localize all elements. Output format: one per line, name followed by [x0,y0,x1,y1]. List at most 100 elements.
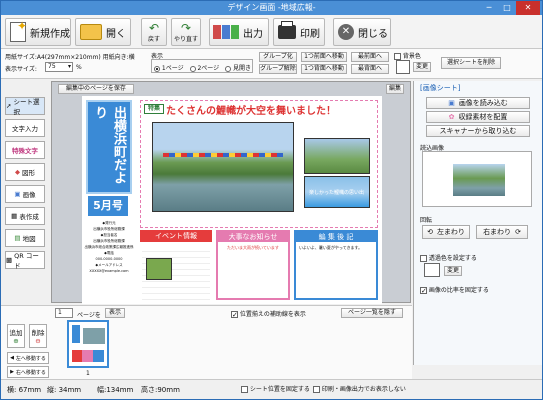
radio-spread[interactable] [225,65,232,72]
background-color-swatch[interactable] [396,60,410,74]
tool-map[interactable]: ▤ 地図 [5,229,45,247]
clip-art-button[interactable]: ✿ 収録素材を配置 [426,111,530,123]
status-x: 横: 67mm [7,386,42,394]
transparent-color-swatch[interactable] [424,263,440,277]
minimize-button[interactable]: ─ [480,1,498,15]
folder-icon [80,24,102,40]
no-print-checkbox[interactable] [313,386,320,393]
qr-code-icon: ▩ [6,256,13,264]
delete-icon: ⊖ [35,337,41,345]
tool-special-chars[interactable]: 特殊文字 [5,141,45,159]
tool-table[interactable]: ▦ 表作成 [5,207,45,225]
transparent-color-checkbox[interactable] [420,255,427,262]
bring-to-front-button[interactable]: 最前面へ [351,52,389,62]
image-sheet-panel: [画像シート] ▣ 画像を読み込む ✿ 収録素材を配置 スキャナーから取り込む 読込… [413,81,542,365]
feature-tag[interactable]: 特集 [144,104,164,114]
image-icon: ▣ [14,190,21,198]
move-left-button[interactable]: ◀ 左へ移動する [7,352,49,364]
status-width: 幅:134mm [97,386,134,394]
design-canvas-area: 編集中のページを保存 編集 出横浜町だより 5月号 ◆発行元 出横浜市役所総務課 ◆… [51,81,411,304]
close-circle-icon: ✕ [338,24,354,40]
export-button[interactable]: 出力 [209,18,269,46]
page-number-input[interactable]: 1 [55,308,73,318]
add-page-button[interactable]: 追加 ⊕ [7,324,25,348]
status-y: 縦: 34mm [47,386,82,394]
maximize-button[interactable]: □ [498,1,516,15]
show-page-button[interactable]: 表示 [105,308,125,318]
publisher-info[interactable]: ◆発行元 出横浜市役所総務課 ◆担当者名 出横浜市役所総務課 出横浜市総合政策課広報推進… [84,220,134,284]
open-button[interactable]: 開く [75,18,131,46]
close-button[interactable]: ✕ 閉じる [333,18,391,46]
editor-note-box[interactable]: 編 集 後 記 いよいよ、暑い夏がやってきます。 [294,230,378,300]
status-bar: 横: 67mm 縦: 34mm 幅:134mm 高さ:90mm シート位置を固定… [1,379,542,399]
feature-headline[interactable]: たくさんの鯉幟が大空を舞いました！ [166,102,336,117]
edit-button[interactable]: 編集 [386,84,404,94]
event-body[interactable] [142,246,210,300]
ungroup-button[interactable]: グループ解除 [259,64,297,74]
rotate-left-button[interactable]: ⟲ 左まわり [422,225,470,239]
send-to-back-button[interactable]: 最背面へ [351,64,389,74]
tool-text-input[interactable]: 文字入力 [5,119,45,137]
background-change-button[interactable]: 変更 [413,62,431,72]
photo-2[interactable] [304,138,370,174]
fix-ratio-checkbox[interactable] [420,287,427,294]
vertical-title-box[interactable]: 出横浜町だより [86,100,132,194]
scanner-button[interactable]: スキャナーから取り込む [426,125,530,137]
redo-button[interactable]: ↷ やり直す [171,18,201,46]
hide-page-list-button[interactable]: ページ一覧を隠す [341,308,403,318]
tool-shape[interactable]: ◆ 図形 [5,163,45,181]
new-document-icon: ✦ [10,19,27,42]
issue-badge[interactable]: 5月号 [88,196,128,216]
tool-sheet-select[interactable]: ➚ シート選択 [5,97,45,116]
fix-sheet-checkbox[interactable] [241,386,248,393]
page-thumbnail[interactable] [67,320,109,368]
arrow-right-icon: ▶ [10,369,14,375]
group-button[interactable]: グループ化 [259,52,297,62]
file-formats-icon [213,25,239,39]
radio-2page[interactable] [189,65,196,72]
koinobori-photo-main[interactable] [152,122,294,212]
window-title: デザイン画面 -地域広報- [227,3,316,12]
send-backward-button[interactable]: 1つ背面へ移動 [301,64,347,74]
newsletter-page[interactable]: 出横浜町だより 5月号 ◆発行元 出横浜市役所総務課 ◆担当者名 出横浜市役所総務課出… [82,96,382,304]
cursor-icon: ➚ [6,102,12,110]
notice-box[interactable]: 大事なお知らせ ただいま大雨が続いています [216,230,290,300]
rotate-right-button[interactable]: 右まわり ⟳ [476,225,528,239]
close-window-button[interactable]: ✕ [516,1,540,15]
paper-size-info: 用紙サイズ:A4(297mm×210mm) 用紙向き:横 [5,54,135,61]
tool-qr-code[interactable]: ▩ QR コード [5,251,45,270]
view-mode-group: 1ページ 2ページ 見開き [151,59,253,73]
photo-3[interactable]: 楽しかった鯉幟の思い出 [304,176,370,208]
printer-icon [278,21,296,39]
display-size-select[interactable]: 75 ▾ [45,62,73,72]
loaded-image-preview-frame [422,151,532,207]
event-image [146,258,172,280]
redo-arrow-icon: ↷ [180,20,192,35]
options-bar: 用紙サイズ:A4(297mm×210mm) 用紙向き:横 表示サイズ: 75 ▾ … [1,49,542,79]
print-button[interactable]: 印刷 [273,18,325,46]
app-window: デザイン画面 -地域広報- ─ □ ✕ ✦ 新規作成 開く ↶ 戻す ↷ やり直… [0,0,543,400]
status-height: 高さ:90mm [141,386,180,394]
background-color-checkbox[interactable] [394,53,401,60]
left-tool-panel: ➚ シート選択 文字入力 特殊文字 ◆ 図形 ▣ 画像 ▦ 表作成 ▤ 地図 ▩ QR コー… [3,83,49,301]
add-icon: ⊕ [13,337,19,345]
delete-page-button[interactable]: 削除 ⊖ [29,324,47,348]
alignment-lines-checkbox[interactable] [231,311,238,318]
page-thumbnail-label: 1 [86,370,90,377]
tool-image[interactable]: ▣ 画像 [5,185,45,203]
load-image-button[interactable]: ▣ 画像を読み込む [426,97,530,109]
vertical-title: 出横浜町だより [92,106,126,184]
clipart-icon: ✿ [448,113,455,121]
delete-selected-button[interactable]: 選択シートを削除 [441,57,501,69]
display-size-label: 表示サイズ: [5,66,37,73]
undo-button[interactable]: ↶ 戻す [141,18,167,46]
bring-forward-button[interactable]: 1つ前面へ移動 [301,52,347,62]
move-right-button[interactable]: ▶ 右へ移動する [7,366,49,378]
undo-arrow-icon: ↶ [148,20,160,35]
radio-1page[interactable] [154,65,160,72]
save-page-button[interactable]: 編集中のページを保存 [58,84,134,94]
event-header[interactable]: イベント情報 [140,230,212,242]
dropdown-arrow-icon: ▾ [67,63,71,70]
new-button[interactable]: ✦ 新規作成 [5,18,71,46]
transparent-change-button[interactable]: 変更 [444,266,462,276]
